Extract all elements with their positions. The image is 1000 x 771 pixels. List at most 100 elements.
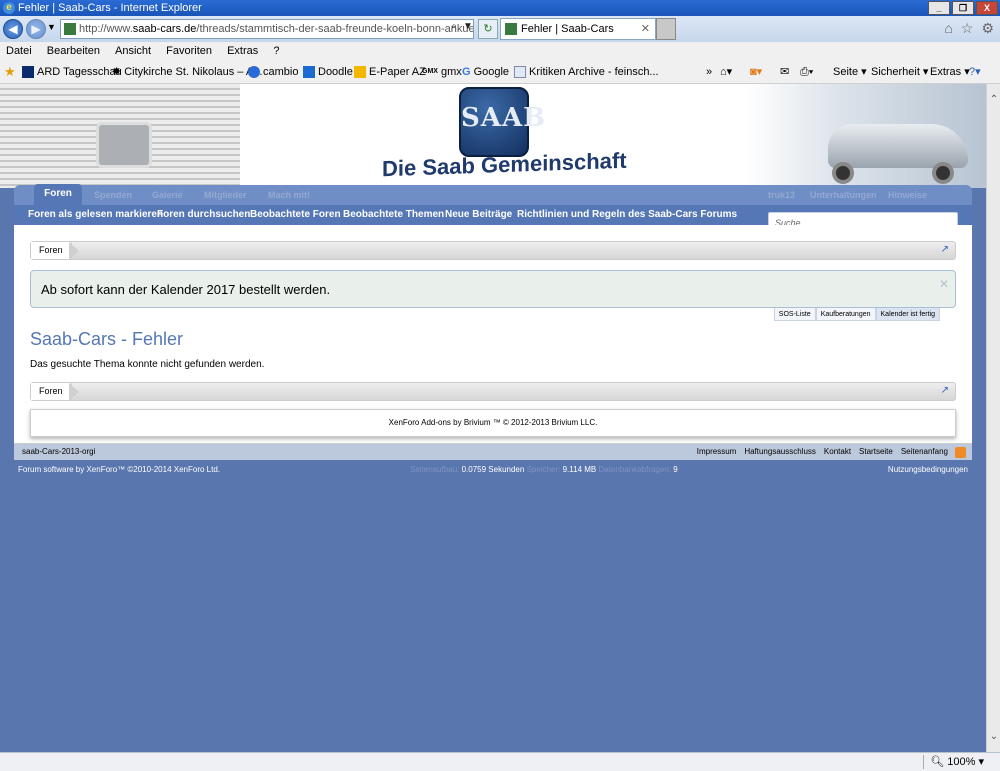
menu-ansicht[interactable]: Ansicht (115, 45, 151, 57)
address-tools: ⌕ ▼ (448, 20, 474, 34)
menu-favoriten[interactable]: Favoriten (166, 45, 212, 57)
breadcrumb-foren-bottom[interactable]: Foren (31, 383, 72, 400)
cambio-icon (248, 66, 260, 78)
favorites-star-add-icon[interactable]: ★ (4, 60, 16, 84)
help-icon[interactable]: ?▾ (969, 60, 981, 84)
fav-ard-tagesschau[interactable]: ARD Tagesschau (22, 60, 122, 84)
notice-text: Ab sofort kann der Kalender 2017 bestell… (41, 282, 331, 297)
tab-user[interactable]: truk13 (768, 185, 795, 205)
more-favorites-icon[interactable]: » (706, 60, 712, 84)
print-cmd-icon[interactable]: ⎙▾ (800, 60, 813, 84)
page-title: Saab-Cars - Fehler (30, 329, 184, 349)
footer-kontakt[interactable]: Kontakt (824, 444, 851, 460)
subnav-watched-forums[interactable]: Beobachtete Foren (250, 205, 341, 225)
tools-gear-icon[interactable]: ⚙ (981, 20, 994, 37)
footer-impressum[interactable]: Impressum (697, 444, 737, 460)
fav-kritiken[interactable]: Kritiken Archive - feinsch... (514, 60, 659, 84)
footer-bar: saab-Cars-2013-orgi Impressum Haftungsau… (14, 444, 972, 460)
notice-tab-kalender[interactable]: Kalender ist fertig (875, 308, 940, 321)
new-tab-button[interactable] (656, 18, 676, 40)
page-viewport: SAAB Die Saab Gemeinschaft Foren Spenden… (0, 84, 986, 752)
menu-help[interactable]: ? (273, 45, 279, 57)
subnav-rules[interactable]: Richtlinien und Regeln des Saab-Cars For… (517, 205, 737, 225)
footer-haftungsausschluss[interactable]: Haftungsausschluss (744, 444, 816, 460)
fav-citykirche[interactable]: ✸ Citykirche St. Nikolaus – A... (112, 60, 262, 84)
fav-gmx[interactable]: GMX gmx (422, 60, 462, 84)
menu-datei[interactable]: Datei (6, 45, 32, 57)
subnav-search-forums[interactable]: Foren durchsuchen (157, 205, 250, 225)
tab-close-icon[interactable]: ✕ (641, 19, 650, 39)
jump-icon[interactable]: ↗ (941, 244, 949, 255)
zoom-control[interactable]: 🔍︎ 100% ▾ (923, 755, 984, 769)
fav-doodle[interactable]: Doodle (303, 60, 353, 84)
minimize-button[interactable]: _ (928, 1, 950, 15)
home-cmd-icon[interactable]: ⌂▾ (720, 60, 732, 84)
tools-menu[interactable]: Extras ▾ (930, 60, 970, 84)
home-icon[interactable]: ⌂ (944, 20, 952, 37)
copyright[interactable]: Forum software by XenForo™ ©2010-2014 Xe… (18, 465, 220, 474)
epaper-icon (354, 66, 366, 78)
subnav-mark-read[interactable]: Foren als gelesen markieren (28, 205, 163, 225)
vertical-scrollbar[interactable]: ⌃ ⌄ (986, 84, 1000, 752)
saab-logo[interactable]: SAAB (459, 87, 545, 157)
tab-mach-mit[interactable]: Mach mit! (268, 185, 310, 205)
rss-icon[interactable] (955, 447, 966, 458)
breadcrumb-foren[interactable]: Foren (31, 242, 72, 259)
site-header: SAAB Die Saab Gemeinschaft (0, 84, 986, 188)
gmx-icon: GMX (422, 68, 438, 75)
menu-bar: Datei Bearbeiten Ansicht Favoriten Extra… (0, 42, 1000, 60)
breadcrumb: Foren ↗ (30, 241, 956, 260)
refresh-icon[interactable]: ↻ (478, 19, 498, 39)
subnav-watched-threads[interactable]: Beobachtete Themen (343, 205, 444, 225)
window-titlebar: e Fehler | Saab-Cars - Internet Explorer… (0, 0, 1000, 16)
tab-hinweise[interactable]: Hinweise (888, 185, 927, 205)
ie-logo-icon: e (3, 2, 15, 14)
browser-tab[interactable]: Fehler | Saab-Cars ✕ (500, 18, 656, 40)
page-menu[interactable]: Seite ▾ (833, 60, 867, 84)
subnav-new-posts[interactable]: Neue Beiträge (445, 205, 512, 225)
tab-galerie[interactable]: Galerie (152, 185, 183, 205)
google-icon: G (462, 66, 471, 78)
window-title: Fehler | Saab-Cars - Internet Explorer (18, 2, 202, 14)
site-tagline: Die Saab Gemeinschaft (382, 147, 627, 182)
scroll-down-icon[interactable]: ⌄ (987, 731, 1000, 742)
mail-cmd-icon[interactable]: ✉ (780, 60, 789, 84)
terms-link[interactable]: Nutzungsbedingungen (888, 465, 968, 474)
fav-epaper-az[interactable]: E-Paper AZ (354, 60, 426, 84)
jump-icon[interactable]: ↗ (941, 385, 949, 396)
address-bar[interactable]: http://www.saab-cars.de/threads/stammtis… (60, 19, 474, 39)
security-menu[interactable]: Sicherheit ▾ (871, 60, 928, 84)
fav-google[interactable]: G Google (462, 60, 509, 84)
breadcrumb-arrow-icon (69, 242, 79, 260)
notice-tab-sos[interactable]: SOS-Liste (773, 308, 816, 321)
search-icon[interactable]: ⌕ (448, 20, 460, 34)
car-body (828, 124, 968, 168)
breadcrumb-arrow-icon (69, 383, 79, 401)
footer-startseite[interactable]: Startseite (859, 444, 893, 460)
scroll-up-icon[interactable]: ⌃ (987, 94, 1000, 105)
tab-unterhaltungen[interactable]: Unterhaltungen (810, 185, 877, 205)
brivium-credit: XenForo Add-ons by Brivium ™ © 2012-2013… (30, 409, 956, 437)
grill-badge (96, 122, 152, 168)
menu-bearbeiten[interactable]: Bearbeiten (47, 45, 100, 57)
footer-seitenanfang[interactable]: Seitenanfang (901, 444, 948, 460)
fav-cambio[interactable]: cambio (248, 60, 298, 84)
address-dropdown-icon[interactable]: ▼ (462, 20, 474, 34)
notice-tab-kaufberatungen[interactable]: Kaufberatungen (815, 308, 876, 321)
notice-tabs: SOS-Liste Kaufberatungen Kalender ist fe… (773, 308, 940, 321)
status-bar: 🔍︎ 100% ▾ (0, 752, 1000, 771)
car-wheel-rear (932, 162, 954, 184)
favorites-star-icon[interactable]: ☆ (961, 20, 974, 37)
tab-spenden[interactable]: Spenden (94, 185, 132, 205)
forward-button[interactable]: ▶ (26, 19, 46, 39)
notice-close-icon[interactable]: ✕ (939, 265, 949, 303)
tab-mitglieder[interactable]: Mitglieder (204, 185, 247, 205)
history-dropdown-icon[interactable]: ▼ (47, 22, 56, 32)
maximize-button[interactable]: ❐ (952, 1, 974, 15)
back-button[interactable]: ◀ (3, 19, 23, 39)
tab-foren[interactable]: Foren (34, 184, 82, 206)
rss-cmd-icon[interactable]: ◙▾ (750, 60, 762, 84)
menu-extras[interactable]: Extras (227, 45, 258, 57)
close-button[interactable]: X (976, 1, 998, 15)
style-chooser[interactable]: saab-Cars-2013-orgi (22, 444, 95, 460)
